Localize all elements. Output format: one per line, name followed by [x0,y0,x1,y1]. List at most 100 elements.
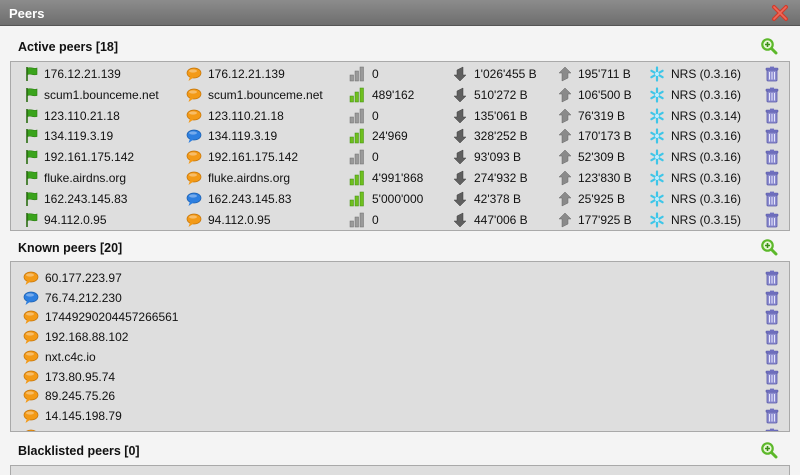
download-arrow-icon [453,108,467,123]
nrs-snowflake-icon [650,211,664,228]
active-peer-row[interactable]: fluke.airdns.org fluke.airdns.org 4'991'86… [11,169,789,188]
peer-weight: 24'969 [372,129,408,144]
nrs-snowflake-icon [650,128,664,144]
downloaded-bytes: 447'006 B [474,212,528,227]
chat-bubble-icon [23,370,39,384]
download-arrow-icon [453,66,467,82]
peer-address: 60.177.223.97 [45,271,122,285]
blacklist-trash-icon[interactable] [764,309,780,325]
known-peer-row[interactable]: 173.80.95.74 [11,368,789,387]
connected-flag-icon [26,191,38,206]
active-peers-title: Active peers [18] [18,40,119,54]
blacklist-trash-icon[interactable] [764,212,780,228]
blacklisted-peers-header: Blacklisted peers [0] [0,437,800,463]
known-peers-zoom-icon[interactable] [760,238,778,256]
blacklist-trash-icon[interactable] [764,191,780,207]
upload-arrow-icon [558,191,572,207]
active-peer-row[interactable]: 94.112.0.95 94.112.0.95 0 447'006 B 177'925 … [11,211,789,230]
known-peers-list[interactable]: 60.177.223.97 76.74.212.230 17449290204457… [10,261,790,432]
peer-address: 134.119.3.19 [44,129,114,144]
weight-bars-icon [349,66,364,82]
blacklist-trash-icon[interactable] [764,128,780,144]
weight-bars-icon [349,149,364,165]
blacklisted-peers-list[interactable] [10,465,790,475]
connected-flag-icon [26,67,38,81]
blacklist-trash-icon[interactable] [764,170,780,186]
connected-flag-icon [26,129,38,144]
blacklist-trash-icon[interactable] [764,66,780,82]
known-peer-row[interactable] [11,427,789,432]
uploaded-bytes: 25'925 B [578,191,625,206]
known-peer-row[interactable]: nxt.c4c.io [11,348,789,367]
peer-weight: 5'000'000 [372,191,424,206]
known-peer-row[interactable]: 17449290204457266561 [11,308,789,327]
known-peers-header: Known peers [20] [0,234,800,260]
known-peer-row[interactable]: 89.245.75.26 [11,387,789,406]
known-peer-row[interactable]: 76.74.212.230 [11,289,789,308]
active-peers-zoom-icon[interactable] [760,37,778,55]
blacklist-trash-icon[interactable] [764,408,780,424]
peer-weight: 0 [372,67,379,81]
upload-arrow-icon [558,66,572,82]
known-peer-row[interactable]: 14.145.198.79 [11,407,789,426]
known-peer-row[interactable]: 60.177.223.97 [11,269,789,288]
blacklist-trash-icon[interactable] [764,270,780,286]
peer-weight: 0 [372,150,379,165]
peer-address: 162.243.145.83 [44,191,128,206]
active-peers-list[interactable]: 176.12.21.139 176.12.21.139 0 1'026'455 B 19… [10,61,790,231]
chat-bubble-icon [23,409,39,423]
peer-address: 123.110.21.18 [44,108,120,123]
downloaded-bytes: 42'378 B [474,191,521,206]
peer-address: 173.80.95.74 [45,369,116,384]
window-title: Peers [9,6,45,21]
blacklist-trash-icon[interactable] [764,290,780,306]
blacklist-trash-icon[interactable] [764,369,780,385]
peer-address: 17449290204457266561 [45,310,179,325]
download-arrow-icon [453,170,467,186]
downloaded-bytes: 510'272 B [474,87,528,102]
close-icon[interactable] [770,3,790,23]
blacklist-trash-icon[interactable] [764,329,780,345]
chat-bubble-icon [23,311,39,325]
known-peer-row[interactable]: 192.168.88.102 [11,328,789,347]
active-peer-row[interactable]: 162.243.145.83 162.243.145.83 5'000'000 42'… [11,190,789,209]
weight-bars-icon [349,170,364,186]
active-peer-row[interactable]: 123.110.21.18 123.110.21.18 0 135'061 B 76'3… [11,107,789,126]
active-peers-header: Active peers [18] [0,33,800,59]
weight-bars-icon [349,87,364,103]
peer-version: NRS (0.3.16) [671,191,742,206]
active-peer-row[interactable]: scum1.bounceme.net scum1.bounceme.net 489'… [11,86,789,105]
blacklist-trash-icon[interactable] [764,149,780,165]
peer-hostname: 162.243.145.83 [208,191,292,206]
peer-hostname: 123.110.21.18 [208,108,284,123]
connected-flag-icon [26,150,38,165]
active-peer-row[interactable]: 176.12.21.139 176.12.21.139 0 1'026'455 B 19… [11,65,789,84]
blacklist-trash-icon[interactable] [764,388,780,404]
weight-bars-icon [349,212,364,227]
blacklist-trash-icon[interactable] [764,108,780,124]
uploaded-bytes: 177'925 B [578,212,632,227]
chat-bubble-icon [186,150,202,165]
chat-bubble-icon [23,330,39,345]
blacklist-trash-icon[interactable] [764,428,780,432]
chat-bubble-icon [23,350,39,364]
peer-hostname: 176.12.21.139 [208,67,285,81]
peer-address: 192.168.88.102 [45,330,129,345]
peer-version: NRS (0.3.16) [671,150,742,165]
blacklist-trash-icon[interactable] [764,87,780,103]
weight-bars-icon [349,191,364,207]
peer-hostname: 134.119.3.19 [208,129,278,144]
upload-arrow-icon [558,108,572,123]
active-peer-row[interactable]: 192.161.175.142 192.161.175.142 0 93'093 B 5… [11,148,789,167]
blacklisted-peers-zoom-icon[interactable] [760,441,778,459]
chat-bubble-icon [186,192,202,206]
downloaded-bytes: 1'026'455 B [474,67,537,81]
upload-arrow-icon [558,129,572,144]
nrs-snowflake-icon [650,66,664,82]
nrs-snowflake-icon [650,107,664,124]
blacklist-trash-icon[interactable] [764,349,780,365]
active-peer-row[interactable]: 134.119.3.19 134.119.3.19 24'969 328'252 B 1… [11,127,789,146]
chat-bubble-icon [186,213,202,227]
nrs-snowflake-icon [650,87,664,103]
weight-bars-icon [349,108,364,123]
